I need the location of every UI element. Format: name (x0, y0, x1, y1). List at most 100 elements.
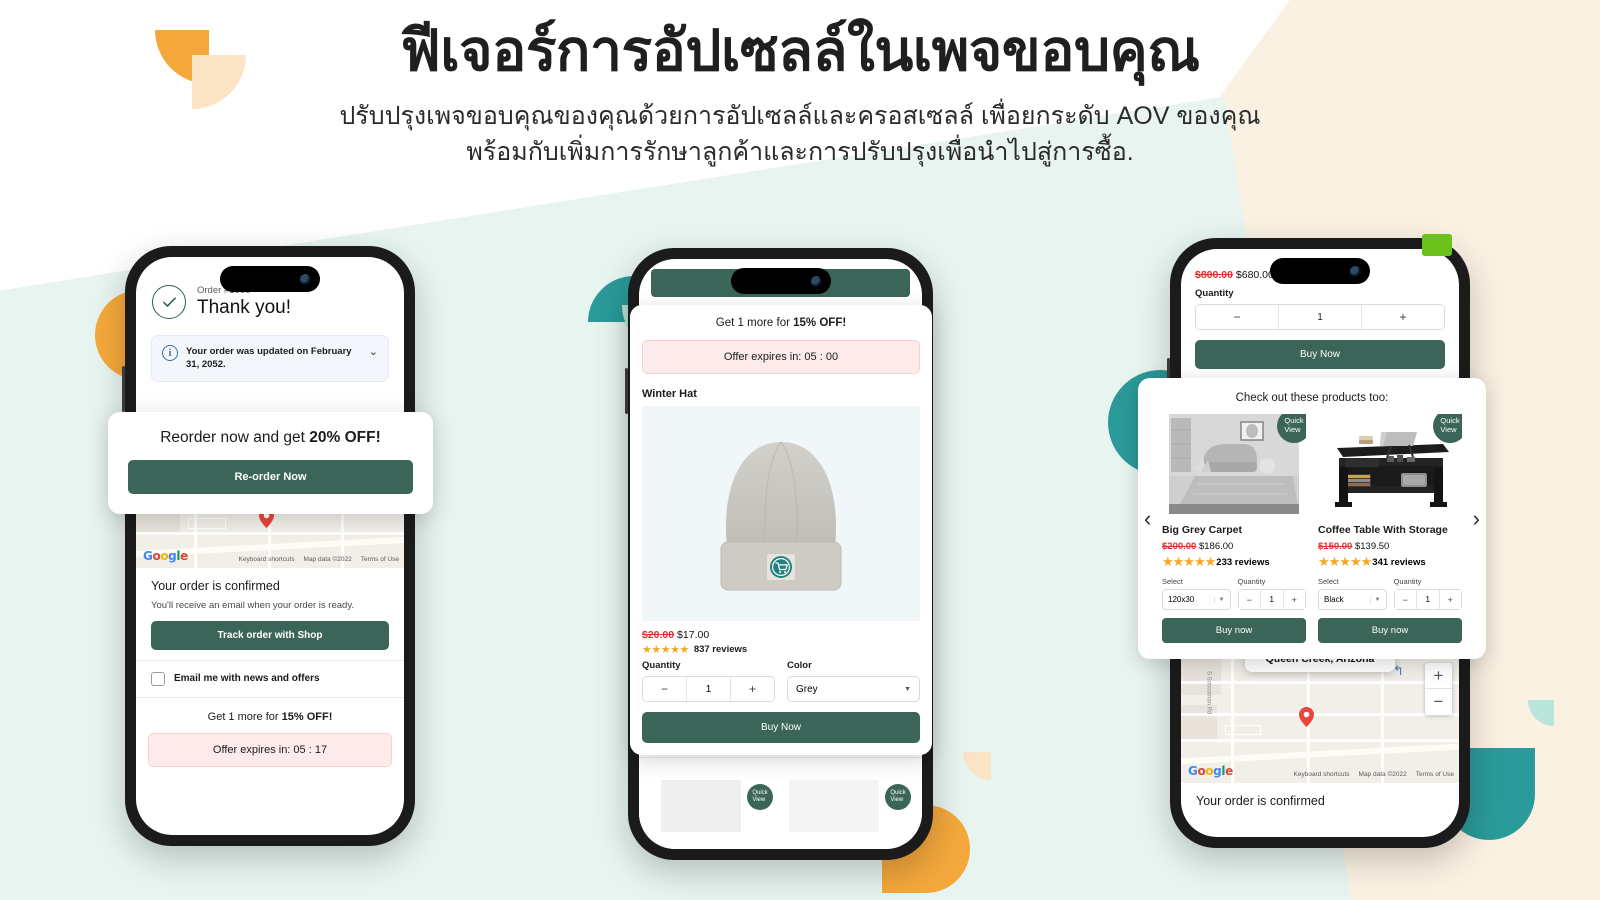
phone-notch (730, 268, 831, 294)
review-count: 837 reviews (693, 644, 748, 655)
quantity-label: Quantity (642, 660, 681, 671)
product-image-big-grey-carpet[interactable]: Quick View (1162, 414, 1306, 514)
reorder-title-discount: 20% OFF! (309, 429, 381, 446)
quantity-increase-button[interactable]: + (1283, 590, 1305, 610)
google-logo: Google (143, 548, 188, 563)
product-name: Coffee Table With Storage (1318, 524, 1448, 536)
map-data-credit: Map data ©2022 (1358, 771, 1407, 778)
product-options-row: Select 120x30 ▼ Quantity − 1 + (1162, 577, 1306, 611)
color-selected-value: Grey (796, 683, 818, 695)
select-label: Select (1162, 577, 1183, 587)
product-name: Winter Hat (642, 388, 697, 400)
price-original: $200.00 (1162, 541, 1197, 553)
variant-select[interactable]: 120x30 ▼ (1162, 589, 1231, 611)
product-image-winter-hat[interactable] (642, 406, 920, 621)
product-image-coffee-table[interactable]: Quick View (1318, 414, 1462, 514)
info-icon: i (162, 345, 178, 361)
product-card: Quick View Coffee Table With Storage $150… (1318, 414, 1462, 644)
chevron-down-icon[interactable]: ⌄ (369, 345, 378, 358)
cross-sell-title: Check out these products too: (1235, 392, 1389, 404)
reorder-title-text: Reorder now and get (160, 429, 310, 446)
quantity-stepper[interactable]: − 1 + (1237, 589, 1306, 611)
map-zoom-in-button[interactable]: + (1425, 663, 1452, 689)
quick-view-badge-1[interactable]: Quick View (747, 784, 773, 810)
map-zoom-controls[interactable]: + − (1425, 663, 1452, 715)
page-header: ฟีเจอร์การอัปเซลล์ในเพจขอบคุณ ปรับปรุงเพ… (0, 18, 1600, 170)
price-original: $20.00 (642, 629, 675, 641)
select-label: Select (1318, 577, 1339, 587)
offer-header-text: Get 1 more for (715, 317, 794, 329)
carousel-product-image-1[interactable] (661, 780, 741, 832)
quantity-stepper[interactable]: − 1 + (1393, 589, 1462, 611)
order-update-text: Your order was updated on February 31, 2… (186, 346, 352, 371)
buy-now-button[interactable]: Buy Now (1195, 340, 1445, 369)
price-discounted: $139.50 (1354, 541, 1390, 553)
quantity-increase-button[interactable]: + (1362, 305, 1444, 329)
quantity-label: Quantity (1237, 577, 1266, 587)
map-terms-of-use[interactable]: Terms of Use (1416, 771, 1454, 778)
product-price-row: $150.00 $139.50 (1318, 541, 1462, 552)
phone-notch (220, 266, 320, 292)
color-select[interactable]: Grey ▼ (787, 676, 920, 702)
quantity-value[interactable]: 1 (1260, 590, 1284, 610)
green-tab-indicator (1422, 234, 1452, 256)
email-optin-label: Email me with news and offers (174, 673, 320, 685)
product-name: Big Grey Carpet (1162, 524, 1242, 536)
email-optin-row[interactable]: Email me with news and offers (136, 661, 404, 698)
color-label: Color (787, 660, 812, 671)
order-update-banner[interactable]: i Your order was updated on February 31,… (151, 335, 389, 382)
star-rating-icon: ★★★★★ (642, 644, 689, 656)
reorder-title: Reorder now and get 20% OFF! (128, 429, 413, 447)
quantity-decrease-button[interactable]: − (1196, 305, 1278, 329)
quantity-decrease-button[interactable]: − (643, 677, 686, 701)
price-discounted: $17.00 (677, 629, 710, 641)
quick-view-badge-2[interactable]: Quick View (885, 784, 911, 810)
buy-now-button[interactable]: Buy now (1318, 618, 1462, 644)
front-camera-icon (810, 275, 822, 287)
thank-you-heading: Thank you! (197, 297, 291, 318)
reorder-upsell-card: Reorder now and get 20% OFF! Re-order No… (108, 412, 433, 514)
check-circle-icon (152, 285, 186, 319)
buy-now-button[interactable]: Buy now (1162, 618, 1306, 644)
review-count: 341 reviews (1372, 556, 1426, 568)
track-order-button[interactable]: Track order with Shop (151, 620, 389, 650)
page-subtitle: ปรับปรุงเพจขอบคุณของคุณด้วยการอัปเซลล์แล… (0, 99, 1600, 170)
quantity-stepper[interactable]: − 1 + (642, 676, 775, 702)
star-rating-icon: ★★★★★ (1162, 554, 1216, 570)
cross-sell-product-grid: Quick View Big Grey Carpet $200.00 $186.0… (1138, 404, 1486, 644)
re-order-now-button[interactable]: Re-order Now (128, 460, 413, 494)
map-keyboard-shortcuts[interactable]: Keyboard shortcuts (239, 556, 295, 563)
google-logo: Google (1188, 764, 1233, 778)
variant-select[interactable]: Black ▼ (1318, 589, 1387, 611)
rating-row: ★★★★★ 341 reviews (1318, 554, 1462, 570)
shipping-map[interactable]: S Sossaman Rd ↰ + − Queen Creek, Arizona… (1181, 655, 1459, 783)
quantity-value[interactable]: 1 (686, 677, 731, 701)
quantity-decrease-button[interactable]: − (1238, 590, 1260, 610)
map-zoom-out-button[interactable]: − (1425, 689, 1452, 715)
quantity-stepper[interactable]: − 1 + (1195, 304, 1445, 330)
quantity-value[interactable]: 1 (1278, 305, 1362, 329)
get-one-more-text: Get 1 more for (207, 710, 282, 723)
order-confirmed-title: Your order is confirmed (151, 578, 280, 593)
email-optin-checkbox[interactable] (151, 671, 165, 686)
carousel-prev-arrow-icon[interactable]: ‹ (1144, 507, 1151, 530)
price-original: $150.00 (1318, 541, 1353, 553)
rating-row: ★★★★★ 233 reviews (1162, 554, 1306, 570)
product-options-row: Select Black ▼ Quantity − 1 + (1318, 577, 1462, 611)
order-confirmed-section: Your order is confirmed (1181, 783, 1459, 818)
map-attribution: Keyboard shortcuts Map data ©2022 Terms … (1294, 771, 1454, 778)
quantity-value[interactable]: 1 (1416, 590, 1440, 610)
carousel-next-arrow-icon[interactable]: › (1473, 507, 1480, 530)
map-terms-of-use[interactable]: Terms of Use (361, 556, 399, 563)
price-discounted: $186.00 (1198, 541, 1234, 553)
review-count: 233 reviews (1216, 556, 1270, 568)
page-title: ฟีเจอร์การอัปเซลล์ในเพจขอบคุณ (400, 19, 1200, 83)
map-keyboard-shortcuts[interactable]: Keyboard shortcuts (1294, 771, 1350, 778)
phone2-bottom-carousel: Quick View Quick View (639, 757, 922, 849)
buy-now-button[interactable]: Buy Now (642, 712, 920, 743)
offer-header-discount: 15% OFF! (793, 317, 847, 329)
quantity-increase-button[interactable]: + (1439, 590, 1461, 610)
quantity-increase-button[interactable]: + (731, 677, 774, 701)
quantity-decrease-button[interactable]: − (1394, 590, 1416, 610)
carousel-product-image-2[interactable] (789, 780, 879, 832)
